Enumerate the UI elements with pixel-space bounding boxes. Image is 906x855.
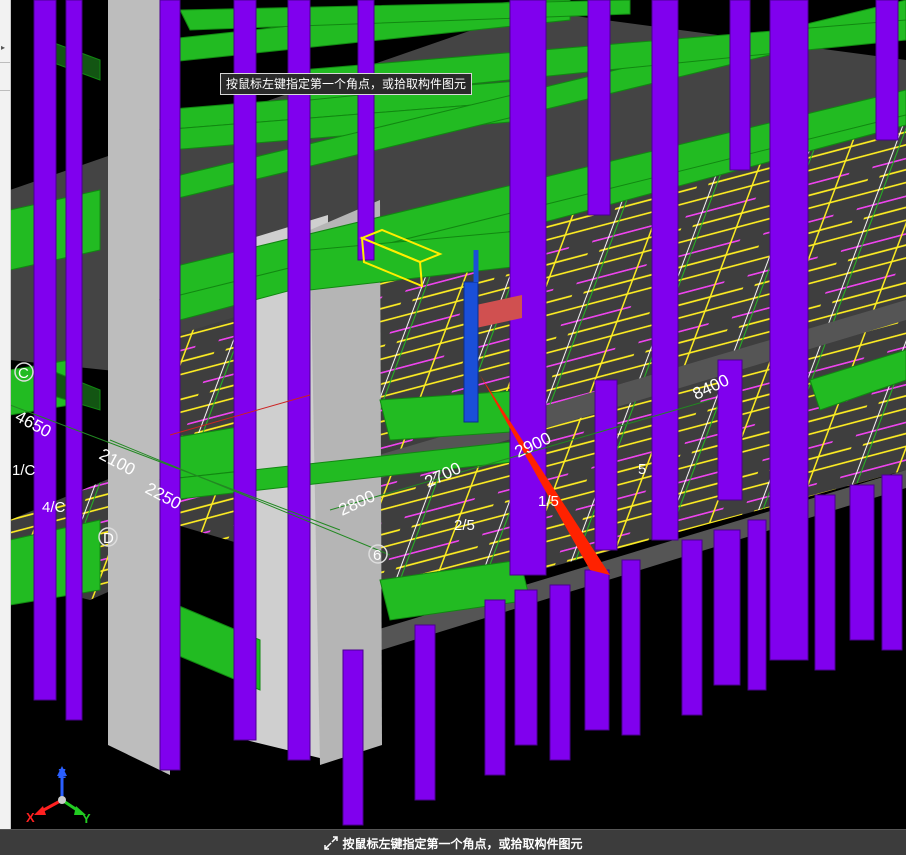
axis-label-2-5: 2/5: [454, 517, 475, 534]
model-canvas[interactable]: 4650 2100 2250 2800 2700 2900 8400 C 1/C…: [9, 0, 906, 829]
cursor-tooltip: 按鼠标左键指定第一个角点，或拾取构件图元: [220, 73, 473, 95]
axis-label-1c: 1/C: [12, 462, 36, 479]
panel-divider: [0, 90, 10, 91]
axis-label-c: C: [18, 365, 29, 382]
status-bar: 按鼠标左键指定第一个角点，或拾取构件图元: [0, 829, 906, 855]
axis-gizmo[interactable]: Z X Y: [26, 766, 91, 826]
3d-viewport[interactable]: 4650 2100 2250 2800 2700 2900 8400 C 1/C…: [9, 0, 906, 829]
z-axis-label: Z: [58, 766, 66, 781]
side-panel-strip[interactable]: ▸: [0, 0, 11, 855]
axis-label-5: 5: [638, 461, 646, 478]
axis-label-1-5: 1/5: [538, 493, 559, 510]
axis-label-4c: 4/C: [42, 499, 66, 516]
expand-arrow-icon[interactable]: ▸: [1, 44, 5, 52]
select-corner-icon: [324, 836, 339, 850]
axis-label-d: D: [103, 530, 114, 547]
app-window: ▸ 4650 2100 2250 2800 2700 2900 8400 C 1…: [0, 0, 906, 855]
x-axis-label: X: [26, 810, 35, 825]
status-message: 按鼠标左键指定第一个角点，或拾取构件图元: [342, 836, 583, 851]
y-axis-label: Y: [82, 811, 91, 826]
axis-label-6: 6: [373, 547, 381, 564]
panel-divider: [0, 62, 10, 63]
